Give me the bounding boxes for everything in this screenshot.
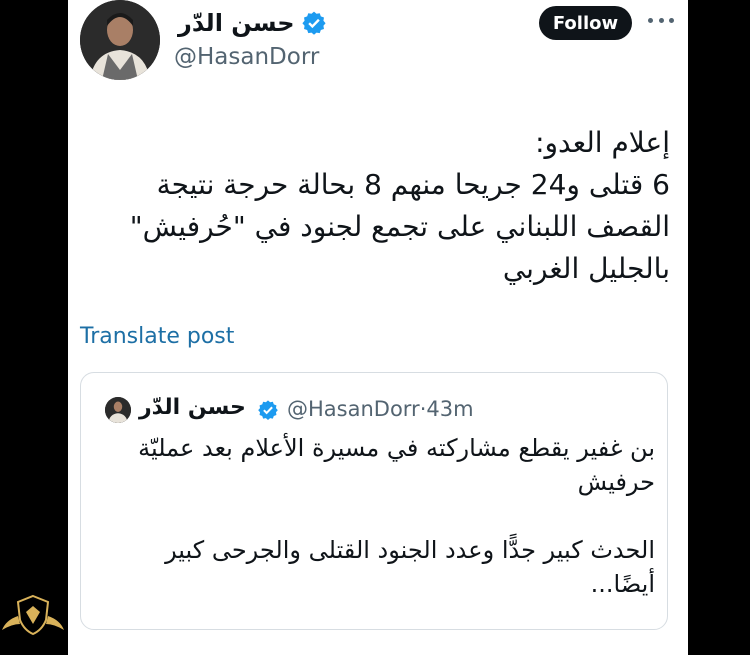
quoted-line-spacer: [95, 499, 655, 533]
verified-badge-icon: [302, 11, 326, 35]
tweet-line: إعلام العدو:: [535, 126, 670, 159]
more-options-icon[interactable]: [648, 8, 674, 32]
quoted-line: أيضًا...: [590, 570, 655, 598]
avatar-photo: [105, 397, 131, 423]
tweet-line: 6 قتلى و24 جريحا منهم 8 بحالة حرجة نتيجة: [156, 168, 670, 201]
translate-post-link[interactable]: Translate post: [80, 324, 234, 349]
quoted-tweet[interactable]: حسن الدّر @HasanDorr·43m بن غفير يقطع مش…: [80, 372, 668, 630]
quoted-line: حرفيش: [577, 468, 655, 496]
tweet-body: إعلام العدو: 6 قتلى و24 جريحا منهم 8 بحا…: [78, 122, 670, 290]
author-handle[interactable]: @HasanDorr: [174, 44, 319, 70]
follow-button[interactable]: Follow: [539, 6, 632, 40]
quoted-author-name: حسن الدّر: [139, 395, 246, 420]
quoted-meta: @HasanDorr·43m: [287, 397, 474, 421]
quoted-timestamp: 43m: [426, 397, 474, 421]
quoted-body: بن غفير يقطع مشاركته في مسيرة الأعلام بع…: [95, 431, 655, 601]
quoted-line: بن غفير يقطع مشاركته في مسيرة الأعلام بع…: [138, 434, 655, 462]
author-avatar[interactable]: [80, 0, 160, 80]
verified-badge-icon: [258, 400, 278, 420]
author-name[interactable]: حسن الدّر: [178, 9, 295, 37]
quoted-line: الحدث كبير جدًّا وعدد الجنود القتلى والج…: [165, 536, 655, 564]
tweet-line: بالجليل الغربي: [502, 252, 670, 285]
author-name-row: حسن الدّر: [178, 6, 327, 40]
quoted-author-handle: @HasanDorr: [287, 397, 420, 421]
avatar-photo: [80, 0, 160, 80]
tweet-card: حسن الدّر @HasanDorr Follow إعلام العدو:…: [68, 0, 688, 655]
quoted-author-avatar: [105, 397, 131, 423]
shield-eagle-icon: [2, 594, 64, 636]
watermark-logo: [0, 590, 66, 655]
tweet-line: القصف اللبناني على تجمع لجنود في "حُرفيش…: [129, 210, 670, 243]
